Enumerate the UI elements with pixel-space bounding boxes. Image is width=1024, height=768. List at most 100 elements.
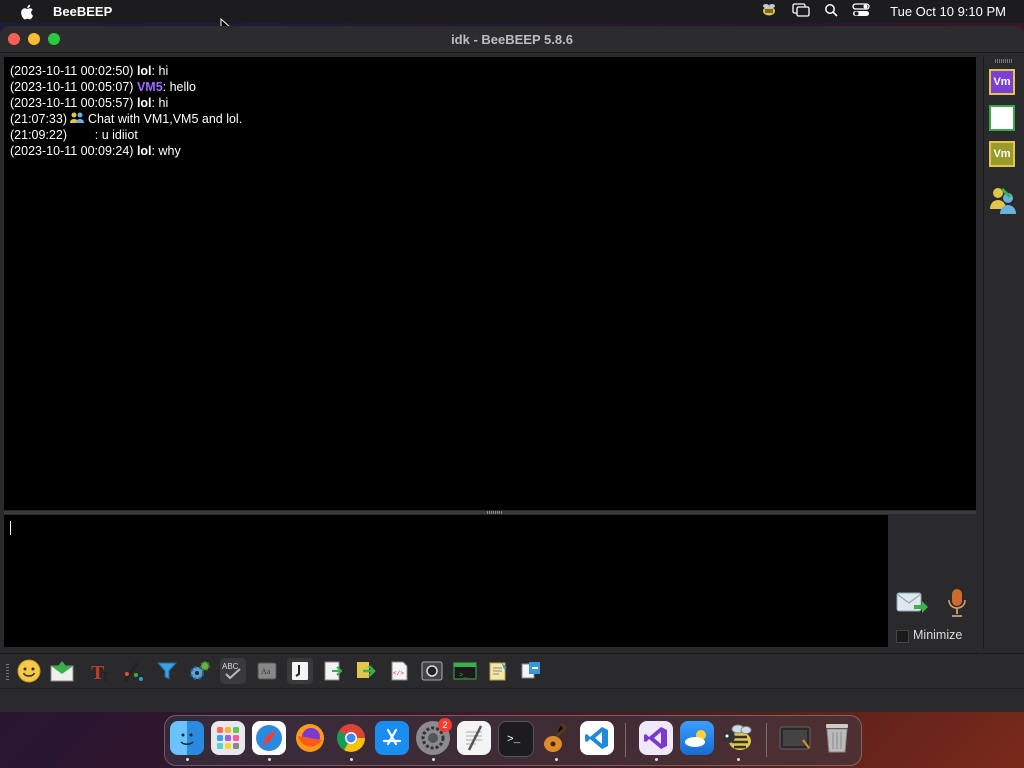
vscode-icon[interactable] <box>580 721 614 755</box>
export-icon[interactable] <box>353 658 379 684</box>
svg-text:>_: >_ <box>507 734 521 746</box>
running-indicator <box>432 758 435 761</box>
message-time: (2023-10-11 00:02:50) <box>10 64 134 78</box>
user-list-panel: Vm Vm <box>983 57 1024 649</box>
terminal-app-icon[interactable]: >_ <box>498 721 534 757</box>
toolbar-grip[interactable] <box>6 662 9 680</box>
chat-message: (2023-10-11 00:05:07) VM5: hello <box>10 79 976 95</box>
settings-gear-icon[interactable] <box>187 658 213 684</box>
notes-icon[interactable] <box>485 658 511 684</box>
finder-icon[interactable] <box>170 721 204 755</box>
message-user[interactable]: lol <box>137 144 152 158</box>
dock: 2 >_ <box>164 715 862 766</box>
user-avatar-vm5[interactable]: Vm <box>989 141 1015 167</box>
svg-text:Aa: Aa <box>261 667 271 676</box>
minimize-checkbox[interactable] <box>896 630 909 643</box>
menu-extras: Tue Oct 10 9:10 PM <box>760 0 1024 23</box>
dock-separator <box>766 723 767 757</box>
menu-bar-clock[interactable]: Tue Oct 10 9:10 PM <box>890 4 1006 19</box>
safari-icon[interactable] <box>252 721 286 755</box>
send-message-icon[interactable] <box>896 590 928 616</box>
running-indicator <box>350 758 353 761</box>
notification-badge: 2 <box>438 718 452 732</box>
message-input[interactable] <box>4 515 888 647</box>
chat-message: (2023-10-11 00:09:24) lol: why <box>10 143 976 159</box>
html-icon[interactable]: </> <box>386 658 412 684</box>
chat-message: (2023-10-11 00:05:57) lol: hi <box>10 95 976 111</box>
screen-mirroring-icon[interactable] <box>792 3 810 20</box>
shortcut-icon[interactable] <box>287 658 313 684</box>
message-user[interactable]: VM5 <box>137 80 163 94</box>
group-users-icon[interactable] <box>988 185 1018 215</box>
message-user[interactable]: lol <box>137 64 152 78</box>
message-text: Chat with VM1,VM5 and lol. <box>84 112 243 126</box>
group-chat-icon <box>70 112 85 123</box>
chat-toolbar: TT ABC Aa </> >_ <box>0 653 1024 688</box>
chat-splitter[interactable] <box>4 511 976 514</box>
running-indicator <box>737 758 740 761</box>
spotlight-search-icon[interactable] <box>824 3 838 20</box>
svg-text:ABC: ABC <box>222 662 239 671</box>
message-time: (21:07:33) <box>10 112 67 126</box>
running-indicator <box>186 758 189 761</box>
font-icon[interactable]: TT <box>88 658 114 684</box>
screenshot-app-icon[interactable] <box>779 721 813 755</box>
message-text: : u idiiot <box>66 128 138 142</box>
weather-icon[interactable] <box>680 721 714 755</box>
window-titlebar[interactable]: idk - BeeBEEP 5.8.6 <box>0 26 1024 53</box>
chrome-icon[interactable] <box>334 721 368 755</box>
compose-actions: Minimize <box>892 586 976 648</box>
emoticon-icon[interactable] <box>16 658 42 684</box>
dictionary-icon[interactable]: Aa <box>254 658 280 684</box>
control-center-icon[interactable] <box>852 3 870 20</box>
textedit-icon[interactable] <box>457 721 491 755</box>
message-text: : hi <box>151 64 169 78</box>
share-icon[interactable] <box>518 658 544 684</box>
text-color-icon[interactable] <box>121 658 147 684</box>
message-time: (2023-10-11 00:09:24) <box>10 144 134 158</box>
firefox-icon[interactable] <box>293 721 327 755</box>
message-text: : why <box>151 144 181 158</box>
menu-bar: BeeBEEP Tue Oct 10 9:10 PM <box>0 0 1024 23</box>
panel-grip[interactable] <box>995 59 1013 63</box>
spellcheck-icon[interactable]: ABC <box>220 658 246 684</box>
user-avatar-vm1[interactable]: Vm <box>989 69 1015 95</box>
text-caret <box>10 521 11 535</box>
save-chat-icon[interactable] <box>320 658 346 684</box>
svg-text:>_: >_ <box>459 672 468 680</box>
microphone-icon[interactable] <box>946 588 968 618</box>
screenshot-icon[interactable] <box>419 658 445 684</box>
terminal-icon[interactable]: >_ <box>452 658 478 684</box>
window-title: idk - BeeBEEP 5.8.6 <box>451 32 573 47</box>
message-time: (2023-10-11 00:05:57) <box>10 96 134 110</box>
message-text: : hi <box>151 96 169 110</box>
apple-icon[interactable] <box>20 4 34 20</box>
trash-icon[interactable] <box>820 721 854 755</box>
minimize-label: Minimize <box>913 628 963 642</box>
beebeep-app-icon[interactable] <box>721 721 755 755</box>
system-settings-icon[interactable]: 2 <box>416 718 452 755</box>
chat-message: (2023-10-11 00:02:50) lol: hi <box>10 63 976 79</box>
running-indicator <box>268 758 271 761</box>
beebeep-tray-icon[interactable] <box>760 2 778 21</box>
send-file-icon[interactable] <box>49 658 75 684</box>
message-time: (2023-10-11 00:05:07) <box>10 80 134 94</box>
splitter-grip[interactable] <box>487 511 503 514</box>
message-time: (21:09:22) <box>10 128 67 142</box>
app-store-icon[interactable] <box>375 721 409 755</box>
running-indicator <box>655 758 658 761</box>
chat-message: (21:07:33) Chat with VM1,VM5 and lol. <box>10 111 976 127</box>
dock-separator <box>625 723 626 757</box>
visual-studio-icon[interactable] <box>639 721 673 755</box>
svg-text:T: T <box>101 670 110 683</box>
garageband-icon[interactable] <box>539 721 573 755</box>
launchpad-icon[interactable] <box>211 721 245 755</box>
filter-icon[interactable] <box>154 658 180 684</box>
message-text: : hello <box>162 80 197 94</box>
svg-text:</>: </> <box>393 670 404 677</box>
chat-history[interactable]: (2023-10-11 00:02:50) lol: hi (2023-10-1… <box>4 57 976 510</box>
user-avatar-lol[interactable] <box>989 105 1015 131</box>
app-menu-name[interactable]: BeeBEEP <box>53 4 112 19</box>
chat-message: (21:09:22) : u idiiot <box>10 127 976 143</box>
message-user[interactable]: lol <box>137 96 152 110</box>
